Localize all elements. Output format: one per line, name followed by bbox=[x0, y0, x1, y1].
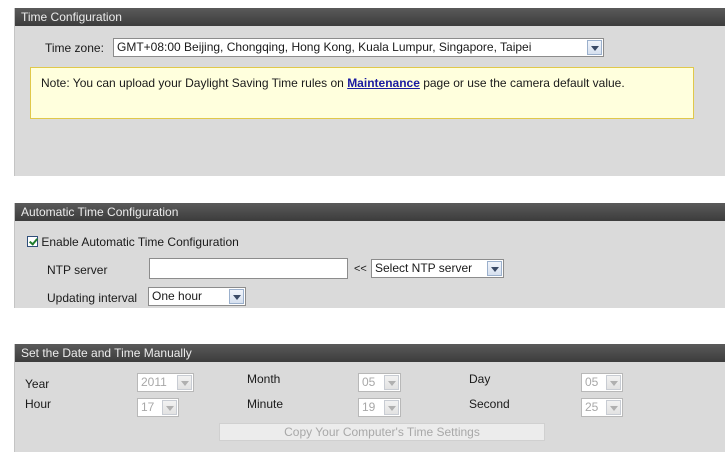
chevron-down-icon bbox=[606, 400, 621, 415]
timezone-value: GMT+08:00 Beijing, Chongqing, Hong Kong,… bbox=[117, 40, 532, 54]
manual-datetime-header: Set the Date and Time Manually bbox=[15, 344, 725, 362]
hour-select[interactable]: 17 bbox=[137, 398, 179, 417]
chevron-down-icon bbox=[177, 375, 192, 390]
second-label: Second bbox=[469, 397, 510, 411]
minute-select[interactable]: 19 bbox=[358, 398, 401, 417]
ntp-arrow-label: << bbox=[354, 263, 367, 275]
chevron-down-icon bbox=[606, 375, 621, 390]
hour-label: Hour bbox=[25, 397, 52, 411]
second-value: 25 bbox=[585, 400, 599, 414]
chevron-down-icon bbox=[384, 375, 399, 390]
updating-interval-value: One hour bbox=[152, 289, 203, 303]
chevron-down-icon bbox=[487, 261, 502, 276]
enable-auto-time-checkbox[interactable] bbox=[27, 236, 38, 247]
day-label: Day bbox=[469, 372, 491, 386]
hour-value: 17 bbox=[141, 400, 155, 414]
minute-value: 19 bbox=[362, 400, 376, 414]
day-value: 05 bbox=[585, 375, 599, 389]
ntp-server-select-value: Select NTP server bbox=[375, 261, 473, 275]
year-select[interactable]: 2011 bbox=[137, 373, 194, 392]
minute-label: Minute bbox=[247, 397, 284, 411]
ntp-server-label: NTP server bbox=[47, 263, 108, 277]
month-value: 05 bbox=[362, 375, 376, 389]
year-value: 2011 bbox=[141, 375, 167, 389]
year-label: Year bbox=[25, 377, 50, 391]
copy-computer-time-button[interactable]: Copy Your Computer's Time Settings bbox=[219, 423, 545, 441]
month-label: Month bbox=[247, 372, 281, 386]
updating-interval-select[interactable]: One hour bbox=[148, 287, 246, 306]
time-configuration-header: Time Configuration bbox=[15, 8, 725, 26]
chevron-down-icon bbox=[229, 289, 244, 304]
ntp-server-select[interactable]: Select NTP server bbox=[371, 259, 504, 278]
month-select[interactable]: 05 bbox=[358, 373, 401, 392]
chevron-down-icon bbox=[587, 40, 602, 55]
dst-note: Note: You can upload your Daylight Savin… bbox=[30, 67, 694, 119]
note-suffix: page or use the camera default value. bbox=[419, 76, 625, 90]
timezone-label: Time zone: bbox=[45, 41, 104, 55]
chevron-down-icon bbox=[384, 400, 399, 415]
enable-auto-time-label: Enable Automatic Time Configuration bbox=[41, 235, 239, 249]
day-select[interactable]: 05 bbox=[581, 373, 623, 392]
second-select[interactable]: 25 bbox=[581, 398, 623, 417]
ntp-server-input[interactable] bbox=[149, 258, 348, 279]
automatic-time-header: Automatic Time Configuration bbox=[15, 203, 725, 221]
enable-auto-time-row[interactable]: Enable Automatic Time Configuration bbox=[27, 235, 239, 249]
maintenance-link[interactable]: Maintenance bbox=[347, 76, 420, 90]
updating-interval-label: Updating interval bbox=[47, 291, 138, 305]
note-prefix: Note: You can upload your Daylight Savin… bbox=[41, 76, 348, 90]
chevron-down-icon bbox=[162, 400, 177, 415]
timezone-select[interactable]: GMT+08:00 Beijing, Chongqing, Hong Kong,… bbox=[113, 38, 604, 57]
